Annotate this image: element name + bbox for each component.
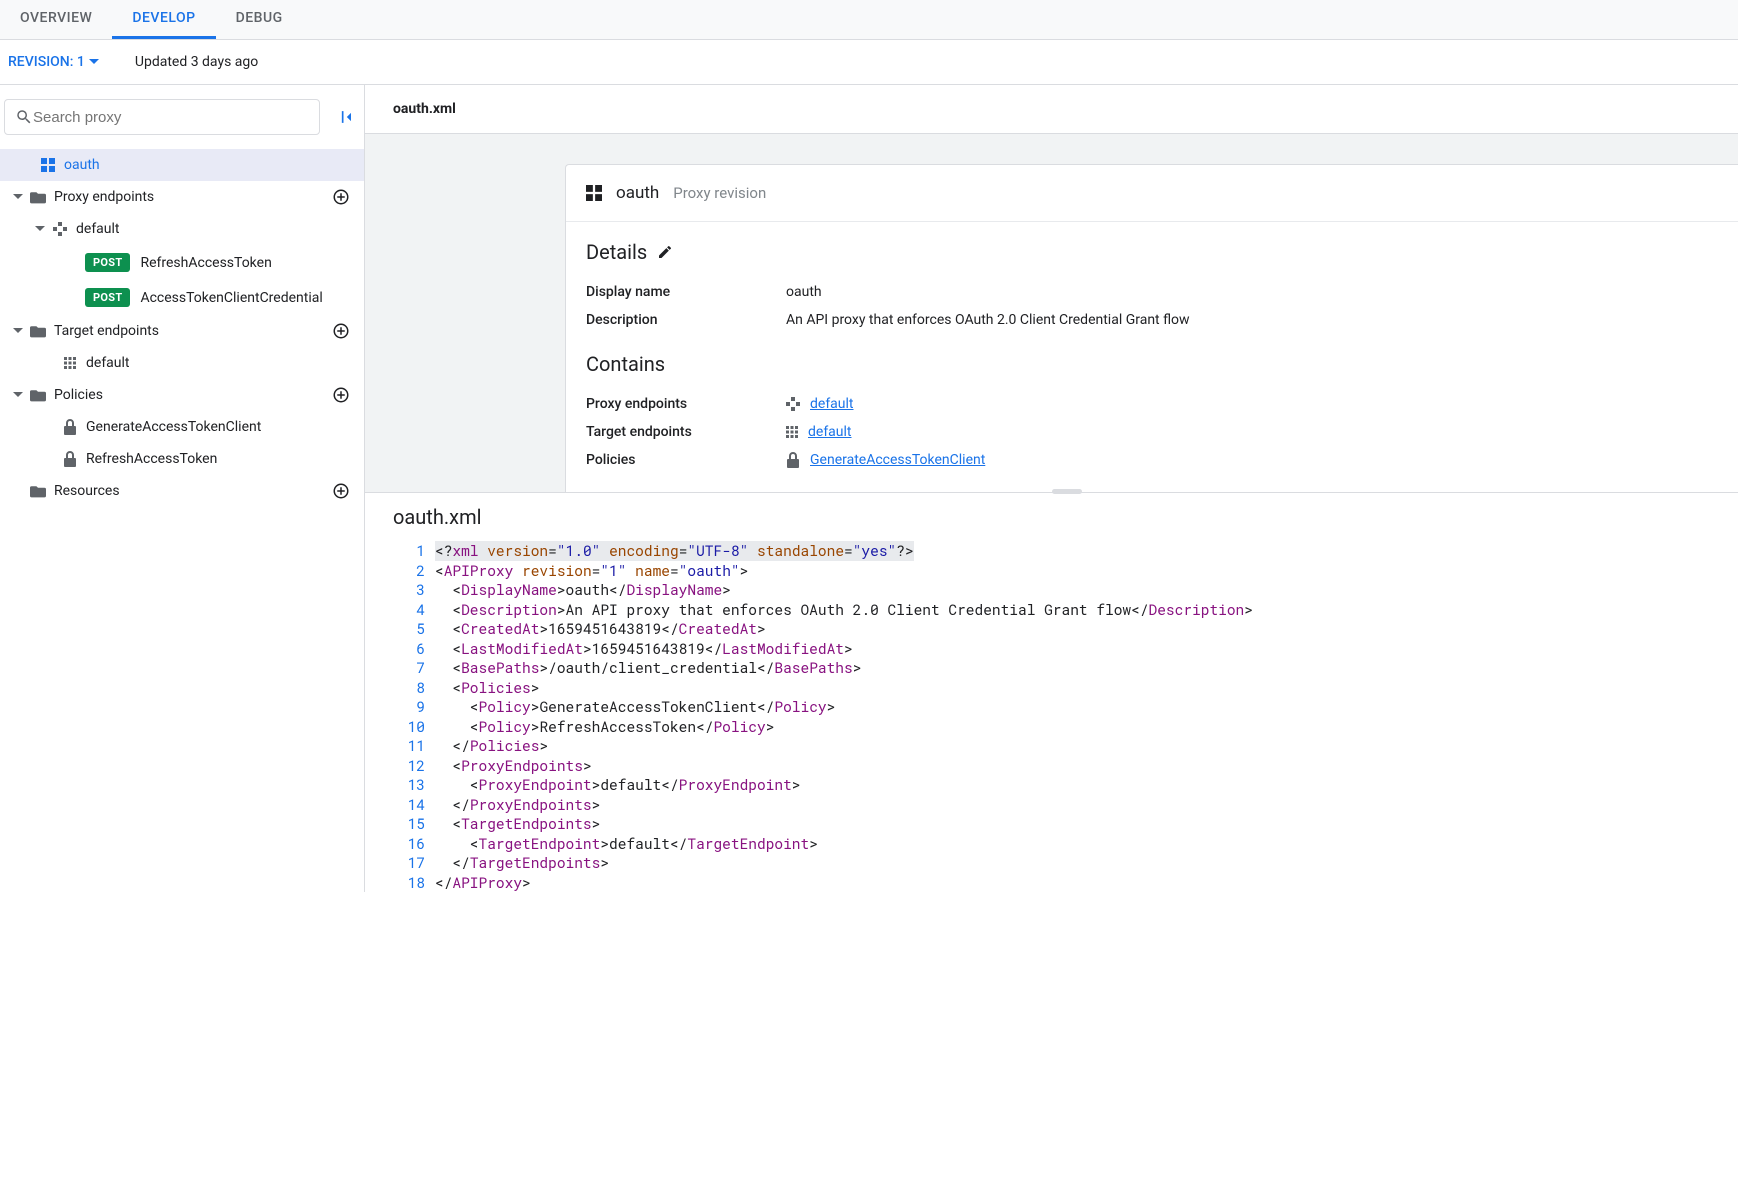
proxy-icon (586, 185, 602, 201)
grid-icon (786, 426, 798, 438)
collapse-sidebar-button[interactable] (332, 103, 360, 131)
tree-resources[interactable]: Resources (0, 475, 364, 507)
display-name-label: Display name (586, 284, 786, 300)
sidebar: oauth Proxy endpoints default POST Refre… (0, 85, 365, 892)
tree-root-oauth[interactable]: oauth (0, 149, 364, 181)
tree-flow-access[interactable]: POST AccessTokenClientCredential (0, 280, 364, 315)
detail-card: oauth Proxy revision Details Display nam… (565, 164, 1738, 492)
tree-te-default[interactable]: default (0, 347, 364, 379)
card-subtitle: Proxy revision (673, 184, 766, 202)
tree-proxy-endpoints[interactable]: Proxy endpoints (0, 181, 364, 213)
folder-icon (28, 388, 48, 402)
tree-target-endpoints[interactable]: Target endpoints (0, 315, 364, 347)
chevron-down-icon (8, 328, 28, 334)
tree-policy-label: GenerateAccessTokenClient (86, 419, 261, 435)
tree-policies-label: Policies (54, 387, 103, 403)
search-input[interactable] (33, 109, 309, 126)
edit-icon (657, 244, 673, 260)
revision-dropdown[interactable]: REVISION: 1 (8, 54, 99, 70)
description-value: An API proxy that enforces OAuth 2.0 Cli… (786, 312, 1718, 328)
tab-overview[interactable]: OVERVIEW (0, 0, 112, 39)
tree-flow-refresh[interactable]: POST RefreshAccessToken (0, 245, 364, 280)
search-icon (15, 108, 33, 126)
revision-bar: REVISION: 1 Updated 3 days ago (0, 40, 1738, 84)
pe-label: Proxy endpoints (586, 396, 786, 412)
folder-icon (28, 324, 48, 338)
tree-te-default-label: default (86, 355, 130, 371)
method-badge: POST (85, 253, 130, 272)
chevron-down-icon (8, 392, 28, 398)
collapse-icon (336, 107, 356, 127)
tree-policy-item[interactable]: GenerateAccessTokenClient (0, 411, 364, 443)
add-resource-button[interactable] (332, 482, 350, 500)
endpoint-icon (786, 397, 800, 411)
proxy-icon (38, 158, 58, 172)
tree-policies[interactable]: Policies (0, 379, 364, 411)
tab-debug[interactable]: DEBUG (216, 0, 303, 39)
line-gutter: 123456789101112131415161718 (365, 541, 435, 892)
grid-icon (60, 357, 80, 369)
folder-icon (28, 190, 48, 204)
method-badge: POST (85, 288, 130, 307)
description-label: Description (586, 312, 786, 328)
display-name-value: oauth (786, 284, 1718, 300)
add-policy-button[interactable] (332, 386, 350, 404)
tree-policy-item[interactable]: RefreshAccessToken (0, 443, 364, 475)
main-tabs: OVERVIEW DEVELOP DEBUG (0, 0, 1738, 40)
tree-pe-label: Proxy endpoints (54, 189, 154, 205)
chevron-down-icon (89, 59, 99, 65)
tree-te-label: Target endpoints (54, 323, 159, 339)
tab-develop[interactable]: DEVELOP (112, 0, 215, 39)
tree-policy-label: RefreshAccessToken (86, 451, 217, 467)
code-editor[interactable]: 123456789101112131415161718 <?xml versio… (365, 541, 1738, 892)
resize-handle[interactable] (1052, 489, 1082, 494)
edit-button[interactable] (657, 244, 673, 260)
lock-icon (60, 419, 80, 435)
search-box[interactable] (4, 99, 320, 135)
te-label: Target endpoints (586, 424, 786, 440)
tree-pe-default[interactable]: default (0, 213, 364, 245)
chevron-down-icon (30, 226, 50, 232)
revision-label: REVISION: 1 (8, 54, 85, 70)
file-header: oauth.xml (365, 85, 1738, 134)
card-title: oauth (616, 183, 659, 203)
tree-flow-label: AccessTokenClientCredential (140, 290, 322, 306)
te-link[interactable]: default (808, 424, 852, 440)
add-target-endpoint-button[interactable] (332, 322, 350, 340)
revision-updated: Updated 3 days ago (135, 54, 258, 70)
tree-flow-label: RefreshAccessToken (140, 255, 271, 271)
code-title: oauth.xml (393, 505, 481, 529)
details-title: Details (586, 240, 647, 264)
pol-label: Policies (586, 452, 786, 468)
code-lines[interactable]: <?xml version="1.0" encoding="UTF-8" sta… (435, 541, 1738, 892)
pe-link[interactable]: default (810, 396, 854, 412)
contains-title: Contains (586, 352, 665, 376)
add-proxy-endpoint-button[interactable] (332, 188, 350, 206)
chevron-down-icon (8, 194, 28, 200)
tree-resources-label: Resources (54, 483, 120, 499)
pol-link[interactable]: GenerateAccessTokenClient (810, 452, 985, 468)
lock-icon (60, 451, 80, 467)
tree-root-label: oauth (64, 157, 100, 173)
endpoint-icon (50, 222, 70, 236)
tree-pe-default-label: default (76, 221, 120, 237)
folder-icon (28, 484, 48, 498)
lock-icon (786, 452, 800, 468)
